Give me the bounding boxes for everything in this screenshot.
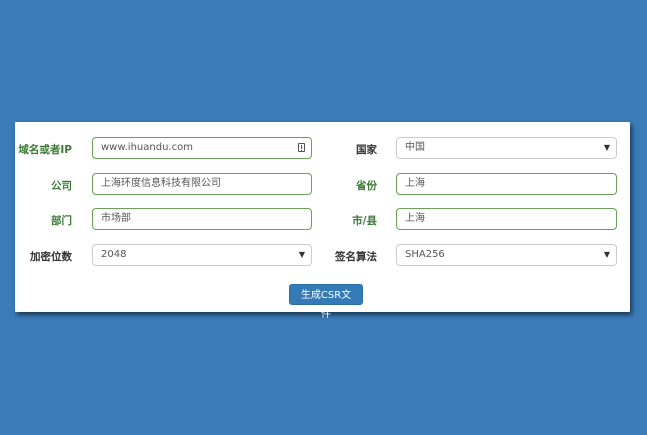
algorithm-select[interactable]: SHA256 ▼ <box>396 244 617 266</box>
province-value: 上海 <box>405 178 425 189</box>
country-select[interactable]: 中国 ▼ <box>396 137 617 159</box>
caret-down-icon: ▼ <box>603 250 610 259</box>
row-keybits-algorithm: 加密位数 2048 ▼ 签名算法 SHA256 ▼ <box>15 244 630 270</box>
company-value: 上海环度信息科技有限公司 <box>101 178 221 189</box>
province-input[interactable]: 上海 <box>396 173 617 195</box>
key-bits-select[interactable]: 2048 ▼ <box>92 244 312 266</box>
province-label: 省份 <box>356 180 377 192</box>
country-label: 国家 <box>356 144 377 156</box>
city-input[interactable]: 上海 <box>396 208 617 230</box>
generate-csr-button[interactable]: 生成CSR文件 <box>289 284 363 320</box>
domain-value: www.ihuandu.com <box>101 142 193 153</box>
key-bits-value: 2048 <box>101 249 127 260</box>
department-label: 部门 <box>51 215 72 227</box>
caret-down-icon: ▼ <box>298 250 305 259</box>
row-domain-country: 域名或者IP www.ihuandu.com 国家 中国 ▼ <box>15 137 630 163</box>
domain-label: 域名或者IP <box>18 144 72 156</box>
caret-down-icon: ▼ <box>603 143 610 152</box>
city-value: 上海 <box>405 213 425 224</box>
algorithm-label: 签名算法 <box>335 251 377 263</box>
country-value: 中国 <box>405 142 425 153</box>
csr-form-panel: 域名或者IP www.ihuandu.com 国家 中国 ▼ 公司 上海环度信息… <box>15 122 630 320</box>
city-label: 市/县 <box>352 215 377 227</box>
domain-input[interactable]: www.ihuandu.com <box>92 137 312 159</box>
department-value: 市场部 <box>101 213 131 224</box>
algorithm-value: SHA256 <box>405 249 445 260</box>
key-bits-label: 加密位数 <box>30 251 72 263</box>
company-input[interactable]: 上海环度信息科技有限公司 <box>92 173 312 195</box>
department-input[interactable]: 市场部 <box>92 208 312 230</box>
company-label: 公司 <box>51 180 72 192</box>
row-department-city: 部门 市场部 市/县 上海 <box>15 208 630 234</box>
warning-icon <box>298 143 305 152</box>
row-company-province: 公司 上海环度信息科技有限公司 省份 上海 <box>15 173 630 199</box>
